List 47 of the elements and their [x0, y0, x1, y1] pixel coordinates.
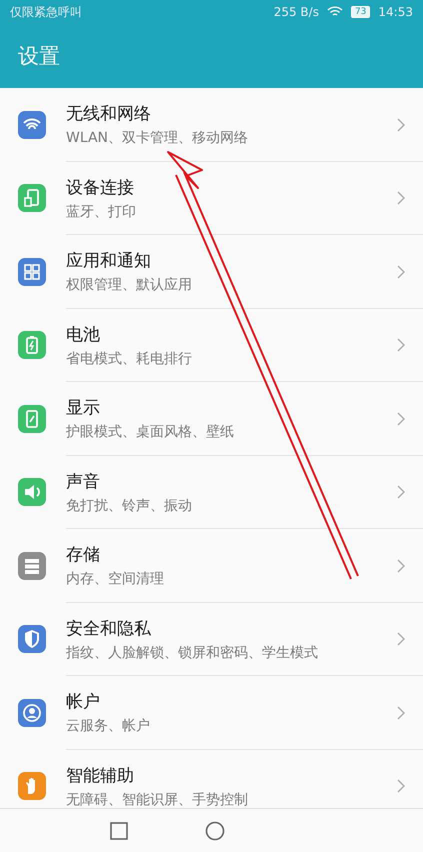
chevron-icon — [397, 779, 405, 794]
item-subtitle: 省电模式、耗电排行 — [66, 350, 193, 368]
chevron-icon — [397, 632, 405, 646]
item-title: 帐户 — [66, 691, 101, 714]
item-title: 电池 — [66, 324, 101, 346]
item-title: 设备连接 — [66, 176, 135, 199]
item-title: 无线和网络 — [66, 103, 152, 126]
settings-item[interactable]: 帐户 云服务、帐户 — [0, 676, 423, 750]
settings-item[interactable]: 存储 内存、空间清理 — [0, 529, 423, 602]
battery-icon: 73 — [350, 6, 370, 18]
home-icon[interactable] — [205, 821, 225, 841]
item-title: 智能辅助 — [66, 764, 135, 787]
item-subtitle: WLAN、双卡管理、移动网络 — [66, 129, 250, 148]
chevron-icon — [397, 412, 405, 426]
recents-icon[interactable] — [110, 822, 128, 840]
network-speed: 255 B/s — [274, 5, 319, 19]
item-title: 存储 — [66, 544, 101, 566]
item-subtitle: 云服务、帐户 — [66, 717, 151, 736]
chevron-icon — [397, 191, 405, 206]
chevron-icon — [397, 338, 405, 352]
item-title: 声音 — [66, 470, 101, 493]
settings-item[interactable]: 显示 护眼模式、桌面风格、壁纸 — [0, 382, 423, 456]
settings-item[interactable]: 设备连接 蓝牙、打印 — [0, 162, 423, 235]
item-subtitle: 无障碍、智能识屏、手势控制 — [66, 790, 249, 808]
item-subtitle: 权限管理、默认应用 — [66, 276, 193, 294]
page-title: 设置 — [18, 43, 60, 70]
item-subtitle: 免打扰、铃声、振动 — [66, 496, 193, 515]
settings-item[interactable]: 无线和网络 WLAN、双卡管理、移动网络 — [0, 88, 423, 162]
item-subtitle: 护眼模式、桌面风格、壁纸 — [66, 423, 235, 442]
clock: 14:53 — [378, 5, 413, 19]
chevron-icon — [397, 264, 405, 279]
item-subtitle: 指纹、人脸解锁、锁屏和密码、学生模式 — [66, 644, 319, 662]
chevron-icon — [397, 118, 405, 132]
settings-item[interactable]: 应用和通知 权限管理、默认应用 — [0, 235, 423, 308]
settings-item[interactable]: 电池 省电模式、耗电排行 — [0, 308, 423, 382]
item-title: 显示 — [66, 397, 101, 420]
chevron-icon — [397, 706, 405, 720]
settings-item[interactable]: 安全和隐私 指纹、人脸解锁、锁屏和密码、学生模式 — [0, 602, 423, 676]
item-subtitle: 蓝牙、打印 — [66, 202, 137, 221]
item-title: 安全和隐私 — [66, 618, 152, 640]
chevron-icon — [397, 485, 405, 500]
chevron-icon — [397, 558, 405, 573]
wifi-icon — [326, 6, 343, 18]
item-title: 应用和通知 — [66, 250, 152, 272]
settings-item[interactable]: 声音 免打扰、铃声、振动 — [0, 456, 423, 529]
item-subtitle: 内存、空间清理 — [66, 570, 165, 588]
carrier-text: 仅限紧急呼叫 — [10, 4, 82, 20]
